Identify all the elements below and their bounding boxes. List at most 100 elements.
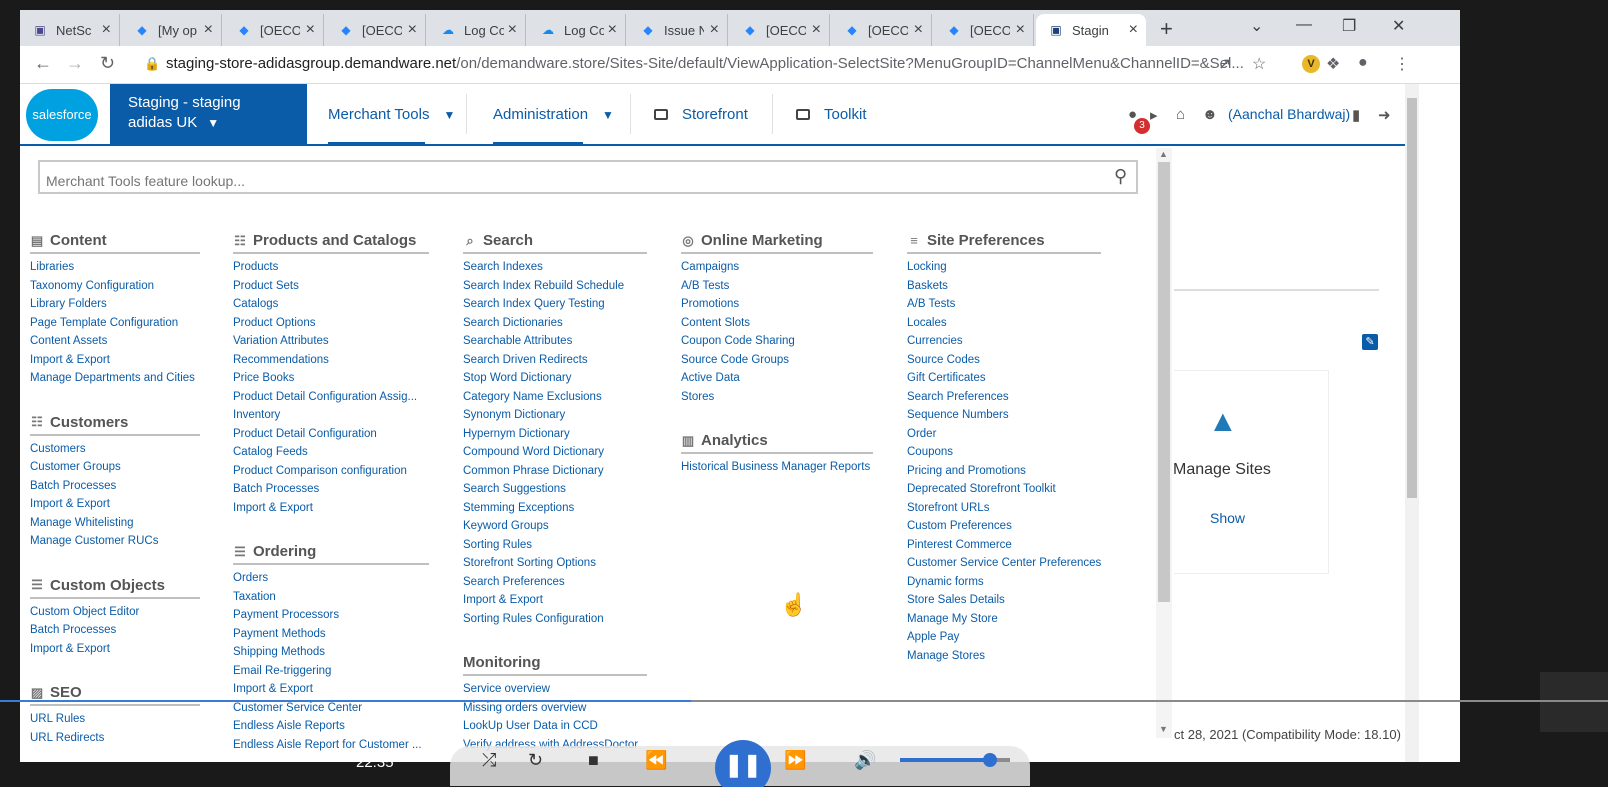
volume-icon[interactable]: 🔊 [854, 750, 876, 771]
seek-bar[interactable] [0, 700, 1608, 702]
browser-tab[interactable]: ▣ NetSc × [20, 14, 120, 46]
menu-link[interactable]: Payment Processors [233, 606, 429, 625]
browser-tab[interactable]: ◆ [OECO × [832, 14, 932, 46]
menu-link[interactable]: Catalogs [233, 295, 429, 314]
menu-link[interactable]: Search Suggestions [463, 480, 647, 499]
browser-tab[interactable]: ◆ [OECO × [730, 14, 830, 46]
close-tab-icon[interactable]: × [1129, 21, 1138, 39]
menu-link[interactable]: Search Preferences [907, 388, 1101, 407]
menu-link[interactable]: Apple Pay [907, 628, 1101, 647]
menu-link[interactable]: Product Comparison configuration [233, 462, 429, 481]
menu-link[interactable]: Search Indexes [463, 258, 647, 277]
menu-link[interactable]: Import & Export [30, 351, 200, 370]
menu-link[interactable]: Product Detail Configuration [233, 425, 429, 444]
scroll-down-icon[interactable]: ▼ [1159, 724, 1168, 734]
menu-link[interactable]: Keyword Groups [463, 517, 647, 536]
menu-link[interactable]: Order [907, 425, 1101, 444]
menu-link[interactable]: Synonym Dictionary [463, 406, 647, 425]
extension-v-icon[interactable]: V [1302, 55, 1320, 73]
menu-link[interactable]: Store Sales Details [907, 591, 1101, 610]
menu-link[interactable]: Search Dictionaries [463, 314, 647, 333]
menu-link[interactable]: Batch Processes [30, 477, 200, 496]
menu-administration[interactable]: Administration ▼ [493, 106, 614, 123]
menu-link[interactable]: Product Detail Configuration Assig... [233, 388, 429, 407]
menu-link[interactable]: Search Driven Redirects [463, 351, 647, 370]
menu-link[interactable]: Import & Export [463, 591, 647, 610]
menu-link[interactable]: Taxonomy Configuration [30, 277, 200, 296]
browser-tab[interactable]: ◆ [My op × [122, 14, 222, 46]
flyout-scrollbar[interactable]: ▲ ▼ [1156, 148, 1172, 738]
menu-link[interactable]: Import & Export [233, 680, 429, 699]
extensions-puzzle-icon[interactable]: ❖ [1326, 54, 1340, 74]
menu-link[interactable]: Products [233, 258, 429, 277]
menu-link[interactable]: Currencies [907, 332, 1101, 351]
menu-link[interactable]: Stemming Exceptions [463, 499, 647, 518]
close-tab-icon[interactable]: × [710, 21, 719, 39]
menu-link[interactable]: Page Template Configuration [30, 314, 200, 333]
menu-link[interactable]: Coupons [907, 443, 1101, 462]
search-icon[interactable]: ⚲ [1114, 166, 1127, 187]
menu-link[interactable]: Manage Customer RUCs [30, 532, 200, 551]
menu-link[interactable]: Manage My Store [907, 610, 1101, 629]
menu-link[interactable]: Storefront Sorting Options [463, 554, 647, 573]
menu-link[interactable]: Content Assets [30, 332, 200, 351]
menu-link[interactable]: Customers [30, 440, 200, 459]
salesforce-logo[interactable]: salesforce [26, 89, 98, 141]
menu-link[interactable]: LookUp User Data in CCD [463, 717, 647, 736]
browser-tab[interactable]: ☁ Log Co × [528, 14, 626, 46]
flyout-scrollbar-thumb[interactable] [1158, 162, 1170, 602]
close-tab-icon[interactable]: × [204, 21, 213, 39]
menu-link[interactable]: Storefront URLs [907, 499, 1101, 518]
menu-link[interactable]: Locales [907, 314, 1101, 333]
new-tab-button[interactable]: + [1160, 16, 1173, 42]
browser-tab[interactable]: ◆ [OECO × [224, 14, 324, 46]
menu-link[interactable]: Variation Attributes [233, 332, 429, 351]
edit-icon[interactable]: ✎ [1362, 334, 1378, 350]
menu-link[interactable]: Libraries [30, 258, 200, 277]
menu-link[interactable]: Locking [907, 258, 1101, 277]
volume-slider[interactable] [900, 753, 1010, 767]
menu-link[interactable]: Hypernym Dictionary [463, 425, 647, 444]
browser-tab[interactable]: ◆ [OECO × [934, 14, 1034, 46]
minimize-button[interactable]: — [1296, 16, 1312, 34]
menu-link[interactable]: Source Codes [907, 351, 1101, 370]
close-tab-icon[interactable]: × [408, 21, 417, 39]
menu-link[interactable]: Searchable Attributes [463, 332, 647, 351]
menu-link[interactable]: Email Re-triggering [233, 662, 429, 681]
close-tab-icon[interactable]: × [508, 21, 517, 39]
menu-link[interactable]: Deprecated Storefront Toolkit [907, 480, 1101, 499]
menu-link[interactable]: Product Options [233, 314, 429, 333]
menu-link[interactable]: Search Index Query Testing [463, 295, 647, 314]
lock-icon[interactable]: 🔒 [144, 56, 160, 72]
page-scrollbar[interactable] [1405, 84, 1419, 762]
menu-link[interactable]: Inventory [233, 406, 429, 425]
menu-link[interactable]: Shipping Methods [233, 643, 429, 662]
page-scrollbar-thumb[interactable] [1407, 98, 1417, 498]
logout-icon[interactable]: ➜ [1378, 106, 1391, 124]
menu-link[interactable]: Campaigns [681, 258, 873, 277]
menu-link[interactable]: Import & Export [233, 499, 429, 518]
menu-link[interactable]: Service overview [463, 680, 647, 699]
menu-link[interactable]: Price Books [233, 369, 429, 388]
stop-icon[interactable]: ■ [588, 750, 599, 771]
browser-menu-icon[interactable]: ⋮ [1394, 54, 1410, 74]
forward-icon[interactable]: → [66, 53, 84, 74]
pause-button[interactable]: ❚❚ [715, 740, 771, 787]
menu-link[interactable]: Batch Processes [233, 480, 429, 499]
menu-link[interactable]: Custom Preferences [907, 517, 1101, 536]
menu-link[interactable]: Batch Processes [30, 621, 200, 640]
documentation-icon[interactable]: ▮ [1352, 106, 1360, 124]
megaphone-icon[interactable]: ▸ [1150, 106, 1158, 124]
menu-link[interactable]: Stores [681, 388, 873, 407]
menu-link[interactable]: Stop Word Dictionary [463, 369, 647, 388]
rewind-icon[interactable]: ⏪ [645, 750, 667, 771]
menu-link[interactable]: Promotions [681, 295, 873, 314]
menu-link[interactable]: Manage Whitelisting [30, 514, 200, 533]
menu-link[interactable]: Search Preferences [463, 573, 647, 592]
close-tab-icon[interactable]: × [1016, 21, 1025, 39]
menu-link[interactable]: Content Slots [681, 314, 873, 333]
menu-link[interactable]: Manage Stores [907, 647, 1101, 666]
menu-link[interactable]: Endless Aisle Reports [233, 717, 429, 736]
menu-link[interactable]: Taxation [233, 588, 429, 607]
menu-storefront[interactable]: Storefront [654, 106, 748, 123]
